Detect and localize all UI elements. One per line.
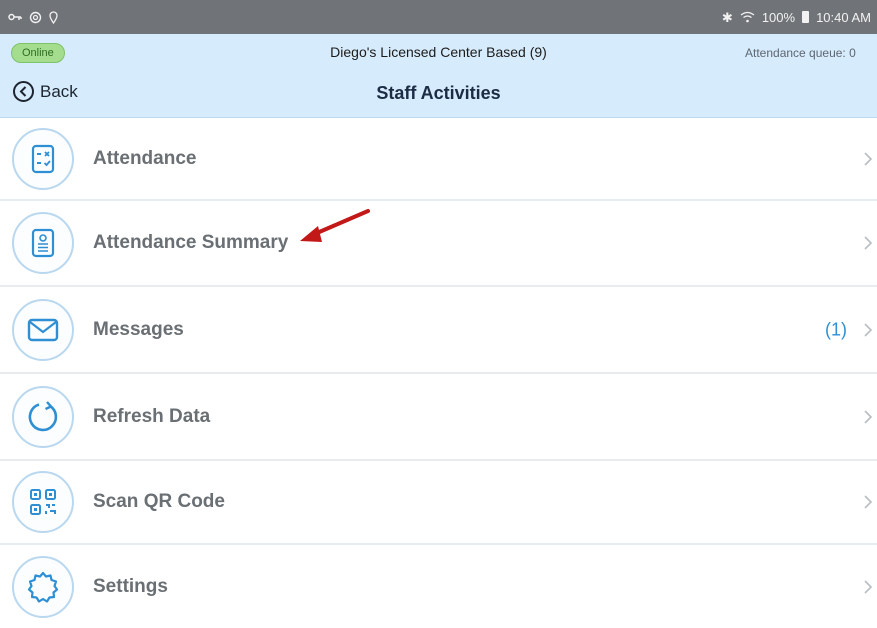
menu-item-label: Attendance Summary (93, 232, 289, 253)
unread-count-badge: (1) (825, 319, 847, 339)
menu-item-scan-qr-code[interactable]: Scan QR Code (0, 461, 877, 545)
refresh-icon (28, 400, 58, 431)
back-label: Back (40, 81, 78, 101)
status-bar-right: ✱ 100% 10:40 AM (722, 10, 871, 25)
location-pin-icon (49, 10, 58, 24)
battery-icon (802, 11, 810, 23)
menu-item-attendance[interactable]: Attendance (0, 118, 877, 201)
messages-icon-circle (12, 298, 74, 361)
settings-icon-circle (12, 555, 74, 618)
envelope-icon (27, 318, 59, 341)
key-icon (8, 13, 22, 21)
chevron-right-icon (864, 151, 873, 166)
battery-percent: 100% (761, 9, 796, 25)
qr-code-icon-circle (12, 471, 74, 533)
wifi-icon (740, 11, 755, 23)
attendance-icon-circle (12, 127, 74, 190)
annotation-arrow-icon (300, 209, 370, 242)
menu-item-label: Refresh Data (93, 405, 211, 427)
attendance-summary-icon (31, 228, 55, 258)
app-header: Online Diego's Licensed Center Based (9)… (0, 34, 877, 118)
menu-item-label: Scan QR Code (93, 491, 225, 512)
menu-item-label: Attendance (93, 147, 197, 169)
page-title: Staff Activities (376, 83, 501, 103)
bluetooth-icon: ✱ (721, 9, 733, 25)
menu-item-label: Messages (93, 318, 184, 340)
menu-item-refresh-data[interactable]: Refresh Data (0, 374, 877, 461)
chevron-right-icon (864, 579, 873, 594)
gear-icon (27, 571, 59, 603)
menu-item-label: Settings (93, 575, 168, 597)
back-chevron-icon (13, 81, 34, 102)
menu-item-attendance-summary[interactable]: Attendance Summary (0, 201, 877, 287)
online-status-badge: Online (11, 43, 65, 63)
staff-activities-list: Attendance Attendance Summary Messages (… (0, 118, 877, 628)
chevron-right-icon (864, 236, 873, 250)
attendance-queue: Attendance queue: 0 (745, 46, 856, 60)
menu-item-messages[interactable]: Messages (1) (0, 287, 877, 374)
chevron-right-icon (864, 322, 873, 337)
center-name: Diego's Licensed Center Based (9) (330, 44, 547, 60)
back-button[interactable]: Back (13, 81, 78, 102)
attendance-checklist-icon (31, 144, 55, 173)
chevron-right-icon (864, 409, 873, 424)
sync-icon (29, 11, 42, 23)
chevron-right-icon (864, 495, 873, 509)
menu-item-settings[interactable]: Settings (0, 545, 877, 628)
clock: 10:40 AM (816, 9, 871, 25)
refresh-icon-circle (12, 385, 74, 448)
qr-code-icon (30, 489, 56, 515)
attendance-summary-icon-circle (12, 212, 74, 274)
status-bar: ✱ 100% 10:40 AM (0, 0, 877, 34)
page-title-wrapper: Staff Activities (0, 83, 877, 104)
status-bar-left (8, 10, 58, 24)
